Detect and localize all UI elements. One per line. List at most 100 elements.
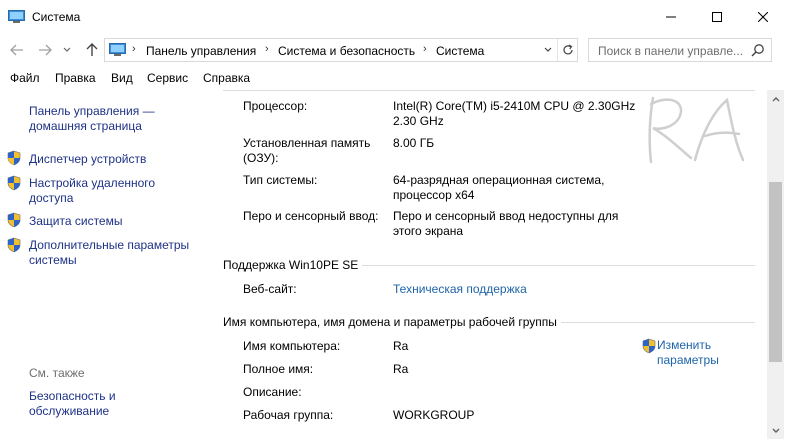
arrow-right-icon xyxy=(39,44,52,56)
link-line: Защита системы xyxy=(29,214,123,228)
shield-icon xyxy=(7,237,21,253)
breadcrumb-separator-icon[interactable]: › xyxy=(423,43,427,55)
minimize-button[interactable] xyxy=(648,0,694,34)
breadcrumb-system[interactable]: Система xyxy=(436,44,484,58)
address-bar[interactable]: › Панель управления › Система и безопасн… xyxy=(104,38,578,62)
shield-icon xyxy=(7,175,21,191)
refresh-button[interactable] xyxy=(557,39,577,61)
menu-view[interactable]: Вид xyxy=(111,71,133,85)
forward-button[interactable] xyxy=(35,40,55,60)
breadcrumb-separator-icon[interactable]: › xyxy=(265,43,269,55)
close-button[interactable] xyxy=(740,0,786,34)
breadcrumb-control-panel[interactable]: Панель управления xyxy=(146,44,256,58)
arrow-up-icon xyxy=(86,43,98,56)
computer-icon xyxy=(109,43,126,56)
link-line: Дополнительные параметры xyxy=(29,238,190,252)
address-row: › Панель управления › Система и безопасн… xyxy=(0,36,786,64)
processor-label: Процессор: xyxy=(243,99,308,113)
close-icon xyxy=(758,12,768,22)
vertical-scrollbar[interactable] xyxy=(767,90,784,439)
value-line: Перо и сенсорный ввод недоступны для xyxy=(393,209,619,223)
link-line: Безопасность и xyxy=(29,389,116,403)
sidebar-item-device-manager[interactable]: Диспетчер устройств xyxy=(29,152,209,167)
menu-bar: Файл Правка Вид Сервис Справка xyxy=(0,67,786,89)
scroll-down-button[interactable] xyxy=(767,422,784,439)
shield-icon xyxy=(642,338,656,354)
search-input[interactable]: Поиск в панели управле... xyxy=(598,44,743,58)
computer-section-title: Имя компьютера, имя домена и параметры р… xyxy=(223,315,561,329)
breadcrumb-separator-icon[interactable]: › xyxy=(132,43,136,55)
arrow-left-icon xyxy=(10,44,23,56)
computer-icon xyxy=(8,10,25,23)
value-line: процессор x64 xyxy=(393,188,475,202)
link-line: параметры xyxy=(657,353,719,367)
support-section-title: Поддержка Win10PE SE xyxy=(223,258,363,272)
menu-edit[interactable]: Правка xyxy=(55,71,96,85)
security-maintenance-link[interactable]: Безопасность и обслуживание xyxy=(29,389,209,419)
left-pane: Панель управления — домашняя страница Ди… xyxy=(0,90,215,439)
label-line: (ОЗУ): xyxy=(243,151,279,165)
link-line: доступа xyxy=(29,191,74,205)
menu-file[interactable]: Файл xyxy=(10,71,40,85)
scroll-up-button[interactable] xyxy=(767,90,784,107)
website-label: Веб-сайт: xyxy=(243,282,297,296)
scroll-thumb[interactable] xyxy=(769,182,782,362)
workgroup-label: Рабочая группа: xyxy=(243,408,334,422)
value-line: 2.30 GHz xyxy=(393,114,444,128)
refresh-icon xyxy=(562,44,573,55)
address-dropdown-button[interactable] xyxy=(539,39,557,61)
description-label: Описание: xyxy=(243,385,302,399)
pen-touch-value: Перо и сенсорный ввод недоступны для это… xyxy=(393,209,643,239)
menu-help[interactable]: Справка xyxy=(203,71,250,85)
chevron-down-icon xyxy=(544,47,552,52)
link-line: Панель управления — xyxy=(29,104,155,118)
title-bar: Система xyxy=(0,0,786,34)
chevron-down-icon xyxy=(63,47,71,52)
link-line: системы xyxy=(29,253,77,267)
link-line: обслуживание xyxy=(29,404,110,418)
label-line: Установленная память xyxy=(243,136,371,150)
maximize-icon xyxy=(712,12,722,22)
minimize-icon xyxy=(666,16,676,18)
change-settings-link[interactable]: Изменить параметры xyxy=(657,338,719,368)
back-button[interactable] xyxy=(7,40,27,60)
tech-support-link[interactable]: Техническая поддержка xyxy=(393,282,643,297)
system-type-label: Тип системы: xyxy=(243,173,318,187)
chevron-down-icon xyxy=(772,428,779,433)
link-line: Диспетчер устройств xyxy=(29,152,147,166)
sidebar-item-system-protection[interactable]: Защита системы xyxy=(29,214,209,229)
ra-logo xyxy=(648,96,745,164)
pen-touch-label: Перо и сенсорный ввод: xyxy=(243,209,379,223)
full-name-label: Полное имя: xyxy=(243,362,314,376)
value-line: Intel(R) Core(TM) i5-2410M CPU @ 2.30GHz xyxy=(393,99,636,113)
see-also-heading: См. также xyxy=(29,366,85,380)
up-button[interactable] xyxy=(82,40,102,60)
sidebar-item-remote-settings[interactable]: Настройка удаленного доступа xyxy=(29,176,209,206)
shield-icon xyxy=(7,212,21,228)
maximize-button[interactable] xyxy=(694,0,740,34)
computer-name-label: Имя компьютера: xyxy=(243,339,341,353)
menu-tools[interactable]: Сервис xyxy=(147,71,188,85)
recent-locations-button[interactable] xyxy=(60,40,74,60)
processor-value: Intel(R) Core(TM) i5-2410M CPU @ 2.30GHz… xyxy=(393,99,643,129)
window-title: Система xyxy=(32,10,81,24)
workgroup-value: WORKGROUP xyxy=(393,408,475,422)
system-type-value: 64-разрядная операционная система, проце… xyxy=(393,173,643,203)
shield-icon xyxy=(7,150,21,166)
main-content: Процессор: Intel(R) Core(TM) i5-2410M CP… xyxy=(215,90,767,439)
breadcrumb-system-security[interactable]: Система и безопасность xyxy=(278,44,415,58)
memory-value: 8.00 ГБ xyxy=(393,136,435,150)
control-panel-home-link[interactable]: Панель управления — домашняя страница xyxy=(29,104,209,134)
full-name-value: Ra xyxy=(393,362,409,376)
link-line: Настройка удаленного xyxy=(29,176,156,190)
value-line: этого экрана xyxy=(393,224,464,238)
chevron-up-icon xyxy=(772,96,779,101)
value-line: 64-разрядная операционная система, xyxy=(393,173,605,187)
sidebar-item-advanced-settings[interactable]: Дополнительные параметры системы xyxy=(29,238,209,268)
memory-label: Установленная память (ОЗУ): xyxy=(243,136,388,166)
search-icon[interactable] xyxy=(751,43,765,57)
link-line: Изменить xyxy=(657,338,712,352)
link-line: домашняя страница xyxy=(29,119,142,133)
section-divider xyxy=(223,90,755,91)
search-box[interactable]: Поиск в панели управле... xyxy=(588,38,772,62)
